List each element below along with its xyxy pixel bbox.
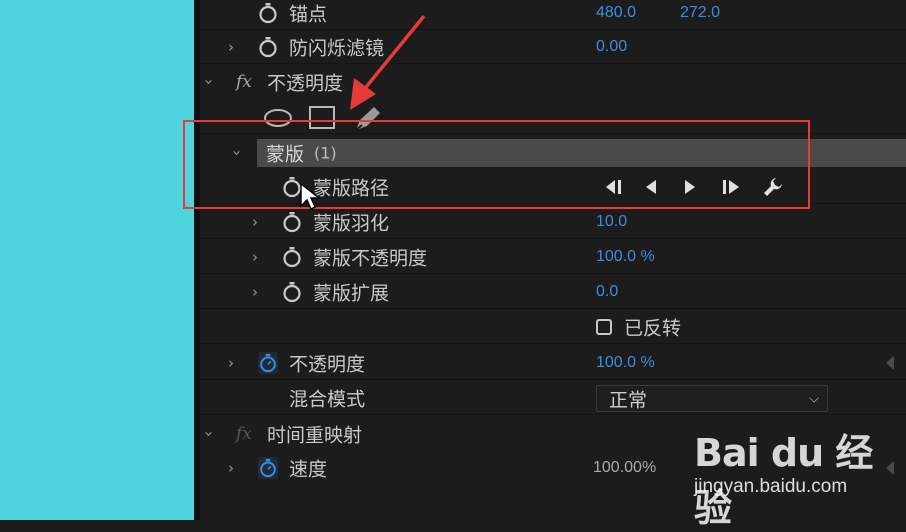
stopwatch-icon[interactable] — [282, 211, 302, 233]
mask-feather-value[interactable]: 10.0 — [596, 213, 627, 231]
inverted-label: 已反转 — [624, 317, 682, 340]
fx-icon[interactable]: fx — [236, 424, 252, 444]
chevron-right-icon[interactable]: › — [228, 38, 234, 56]
speed-value[interactable]: 100.00% — [593, 459, 656, 477]
stopwatch-icon[interactable] — [282, 281, 302, 303]
property-row-mask-expansion: › 蒙版扩展 0.0 — [200, 275, 906, 309]
stopwatch-icon[interactable] — [282, 246, 302, 268]
highlight-box — [183, 120, 810, 209]
effect-header-opacity[interactable]: › fx 不透明度 — [200, 65, 906, 99]
stopwatch-active-icon[interactable] — [258, 352, 278, 374]
mask-opacity-value[interactable]: 100.0 % — [596, 248, 655, 266]
stopwatch-icon[interactable] — [258, 36, 278, 58]
keyframe-nav-icon[interactable] — [886, 356, 894, 370]
mouse-cursor-icon — [300, 182, 321, 210]
stopwatch-active-icon[interactable] — [258, 457, 278, 479]
opacity-value[interactable]: 100.0 % — [596, 354, 655, 372]
blend-mode-dropdown[interactable]: 正常 ⌵ — [596, 385, 828, 412]
mask-expansion-value[interactable]: 0.0 — [596, 283, 618, 301]
chevron-down-icon: ⌵ — [809, 391, 819, 406]
anti-flicker-value[interactable]: 0.00 — [596, 38, 627, 56]
effect-label: 时间重映射 — [267, 424, 363, 447]
property-row-anti-flicker: › 防闪烁滤镜 0.00 — [200, 30, 906, 64]
watermark-url: jingyan.baidu.com — [694, 476, 848, 497]
baidu-jingyan-watermark: Bai du 经验 jingyan.baidu.com — [690, 418, 890, 530]
chevron-right-icon[interactable]: › — [252, 283, 258, 301]
property-label: 速度 — [289, 458, 328, 481]
property-label: 蒙版不透明度 — [313, 247, 428, 270]
fx-icon[interactable]: fx — [236, 72, 252, 92]
chevron-down-icon[interactable]: › — [200, 79, 218, 85]
inverted-checkbox[interactable] — [596, 319, 612, 335]
anchor-y-value[interactable]: 272.0 — [680, 4, 720, 22]
property-label: 蒙版扩展 — [313, 282, 390, 305]
chevron-right-icon[interactable]: › — [228, 459, 234, 477]
dropdown-selected: 正常 — [609, 389, 648, 411]
chevron-right-icon[interactable]: › — [228, 354, 234, 372]
effect-label: 不透明度 — [267, 72, 344, 95]
anchor-x-value[interactable]: 480.0 — [596, 4, 636, 22]
chevron-down-icon[interactable]: › — [200, 431, 218, 437]
chevron-right-icon[interactable]: › — [252, 213, 258, 231]
property-row-opacity: › 不透明度 100.0 % — [200, 346, 906, 380]
property-label: 锚点 — [289, 3, 328, 26]
property-row-inverted: 已反转 — [200, 310, 906, 344]
property-label: 混合模式 — [289, 388, 366, 411]
property-row-blend-mode: 混合模式 正常 ⌵ — [200, 381, 906, 415]
property-row-anchor-point: 锚点 480.0 272.0 — [200, 0, 906, 30]
background-strip — [0, 0, 194, 520]
chevron-right-icon[interactable]: › — [252, 248, 258, 266]
property-row-mask-opacity: › 蒙版不透明度 100.0 % — [200, 240, 906, 274]
stopwatch-icon[interactable] — [258, 2, 278, 24]
annotation-arrow-icon — [350, 14, 426, 110]
property-label: 不透明度 — [289, 353, 366, 376]
property-label: 蒙版羽化 — [313, 212, 390, 235]
